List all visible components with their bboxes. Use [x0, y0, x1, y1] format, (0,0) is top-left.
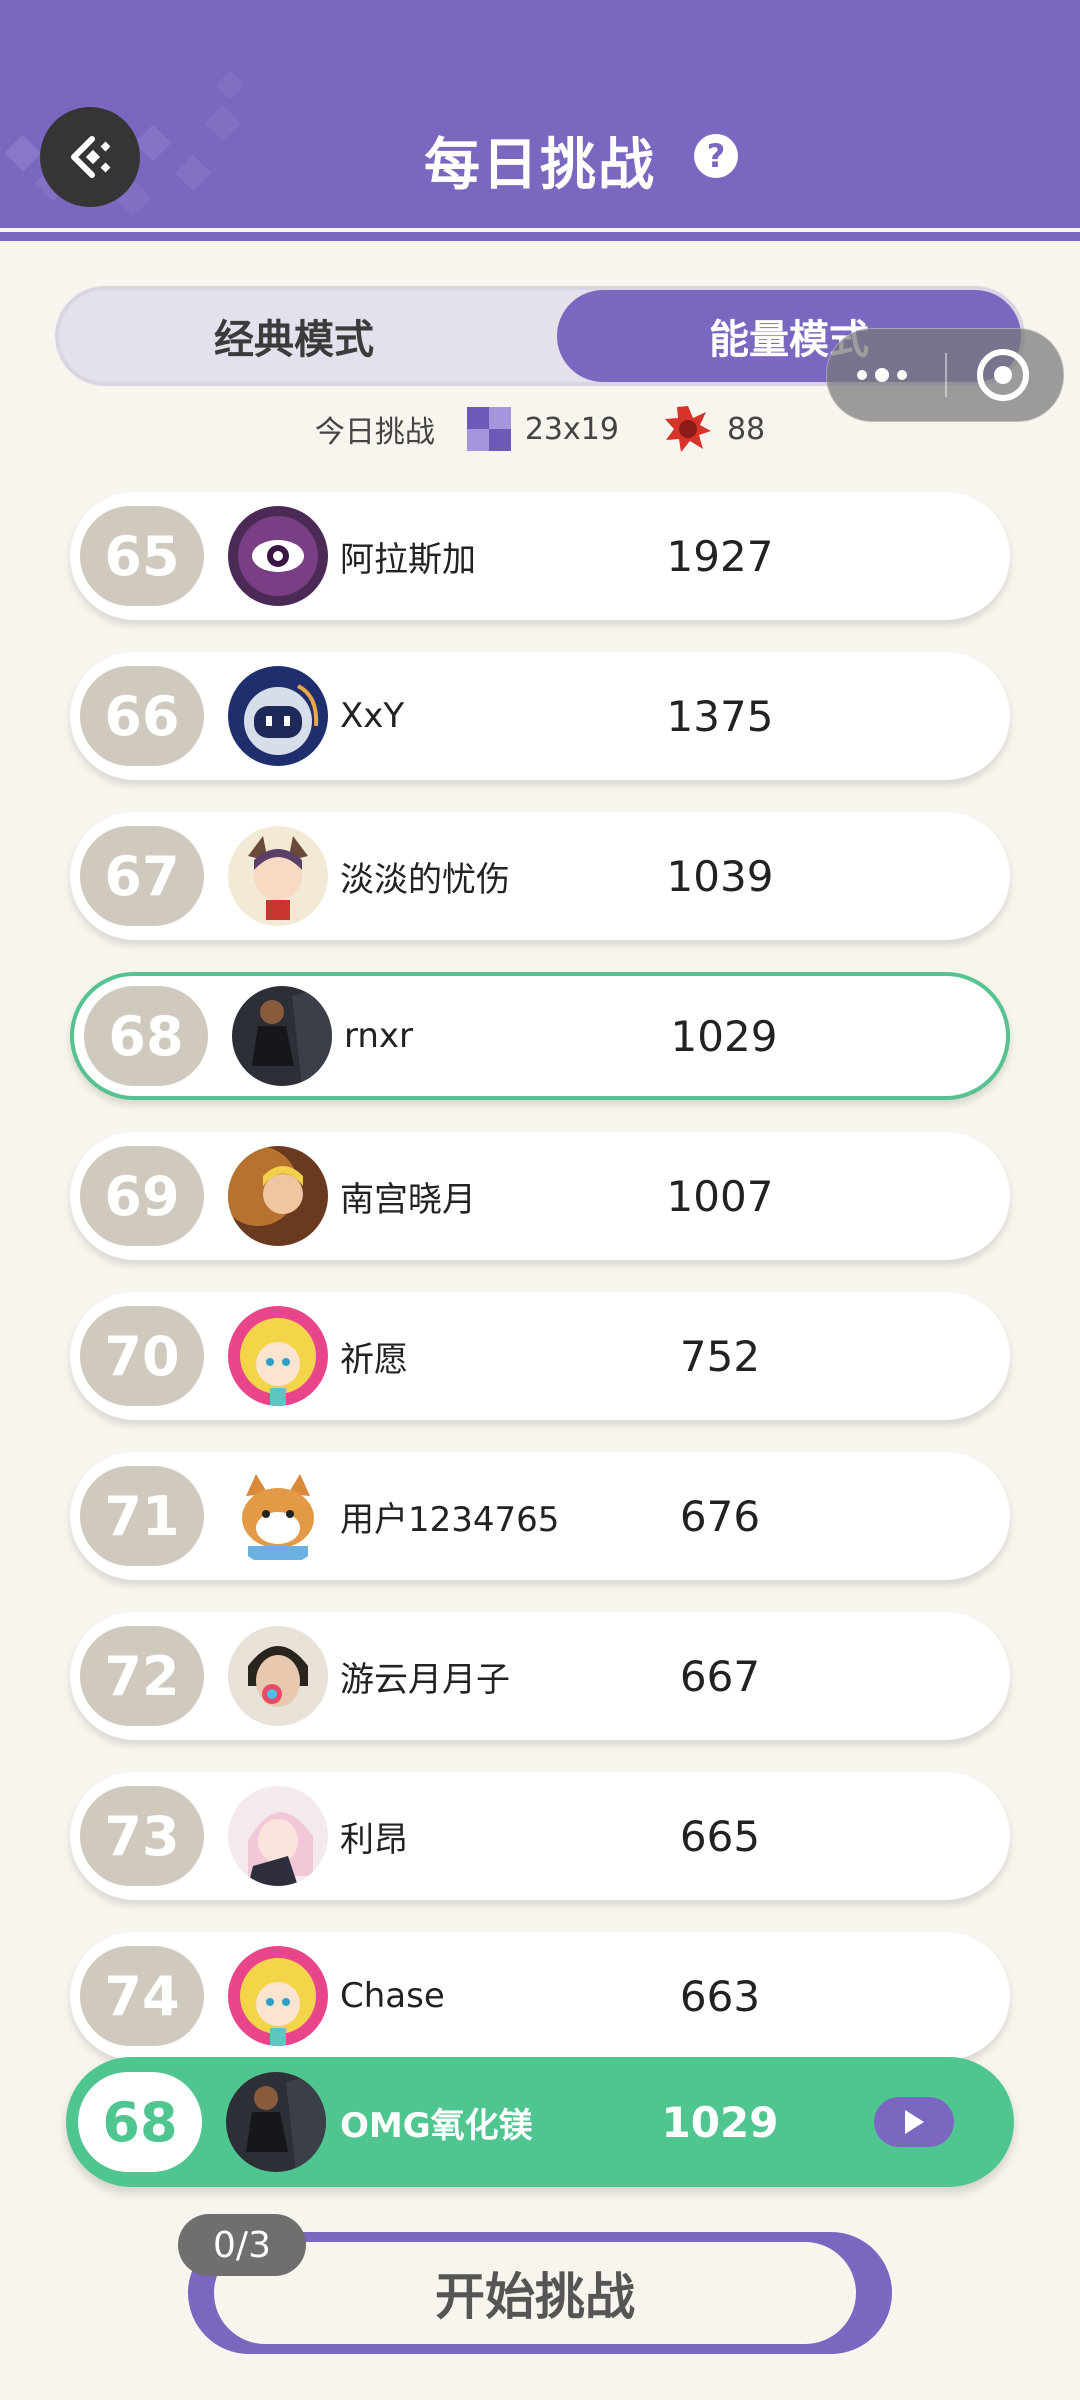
- leaderboard-row[interactable]: 71 用户1234765 676: [70, 1452, 1010, 1580]
- rank-badge: 65: [80, 506, 204, 606]
- player-score: 752: [679, 1331, 761, 1381]
- avatar: [228, 666, 328, 766]
- avatar: [228, 1626, 328, 1726]
- rank-badge: 68: [84, 986, 208, 1086]
- rank-badge: 72: [80, 1626, 204, 1726]
- page-title: 每日挑战: [424, 133, 656, 198]
- leaderboard-row[interactable]: 73 利昂 665: [70, 1772, 1010, 1900]
- avatar: [228, 826, 328, 926]
- player-score: 1007: [666, 1171, 774, 1221]
- my-avatar: [226, 2072, 326, 2172]
- avatar: [228, 1146, 328, 1246]
- player-name: rnxr: [344, 1016, 414, 1056]
- player-name: 阿拉斯加: [340, 539, 476, 580]
- replay-button[interactable]: [874, 2097, 954, 2147]
- tab-classic-mode[interactable]: 经典模式: [59, 290, 529, 382]
- header-underline: [0, 232, 1080, 241]
- player-score: 667: [679, 1651, 761, 1701]
- leaderboard-row[interactable]: 72 游云月月子 667: [70, 1612, 1010, 1740]
- challenge-info: 今日挑战 23x19 88: [0, 404, 1080, 454]
- rank-badge: 69: [80, 1146, 204, 1246]
- avatar: [232, 986, 332, 1086]
- leaderboard-row-current-user[interactable]: 68 rnxr 1029: [70, 972, 1010, 1100]
- rank-badge: 74: [80, 1946, 204, 2046]
- capsule-divider: [945, 353, 947, 397]
- my-player-score: 1029: [661, 2097, 779, 2147]
- my-ranking-bar[interactable]: 68 OMG氧化镁 1029: [66, 2057, 1014, 2187]
- avatar: [228, 1946, 328, 2046]
- rank-badge: 67: [80, 826, 204, 926]
- player-name: 祈愿: [340, 1339, 408, 1380]
- player-name: XxY: [340, 696, 405, 736]
- player-name: 游云月月子: [340, 1659, 510, 1700]
- leaderboard-row[interactable]: 74 Chase 663: [70, 1932, 1010, 2060]
- player-name: 用户1234765: [340, 1499, 560, 1540]
- avatar: [228, 1466, 328, 1566]
- grid-size-icon: [466, 407, 511, 451]
- leaderboard-row[interactable]: 65 阿拉斯加 1927: [70, 492, 1010, 620]
- player-score: 1039: [666, 851, 774, 901]
- player-score: 663: [679, 1971, 761, 2021]
- attempts-badge: 0/3: [178, 2214, 306, 2276]
- leaderboard-row[interactable]: 70 祈愿 752: [70, 1292, 1010, 1420]
- player-score: 1375: [666, 691, 774, 741]
- rank-badge: 73: [80, 1786, 204, 1886]
- leaderboard-row[interactable]: 66 XxY 1375: [70, 652, 1010, 780]
- avatar: [228, 1306, 328, 1406]
- avatar: [228, 1786, 328, 1886]
- challenge-label: 今日挑战: [314, 415, 435, 450]
- close-miniprogram-icon[interactable]: [977, 349, 1029, 401]
- player-score: 1029: [670, 1011, 778, 1061]
- player-name: 利昂: [340, 1819, 408, 1860]
- grid-size-value: 23x19: [524, 411, 619, 447]
- rank-badge: 70: [80, 1306, 204, 1406]
- player-name: Chase: [340, 1976, 445, 2016]
- player-score: 665: [679, 1811, 761, 1861]
- my-player-name: OMG氧化镁: [340, 2105, 533, 2146]
- my-rank-badge: 68: [78, 2072, 202, 2172]
- decoration: [215, 70, 245, 100]
- player-name: 淡淡的忧伤: [340, 859, 510, 900]
- player-score: 676: [679, 1491, 761, 1541]
- start-challenge-button[interactable]: 开始挑战: [214, 2242, 856, 2344]
- leaderboard-row[interactable]: 69 南宫晓月 1007: [70, 1132, 1010, 1260]
- help-icon[interactable]: ?: [694, 134, 738, 178]
- energy-icon: [664, 406, 711, 452]
- energy-value: 88: [726, 411, 766, 447]
- avatar: [228, 506, 328, 606]
- player-name: 南宫晓月: [340, 1179, 476, 1220]
- leaderboard-row[interactable]: 67 淡淡的忧伤 1039: [70, 812, 1010, 940]
- rank-badge: 71: [80, 1466, 204, 1566]
- player-score: 1927: [666, 531, 774, 581]
- play-icon: [905, 2110, 924, 2134]
- rank-badge: 66: [80, 666, 204, 766]
